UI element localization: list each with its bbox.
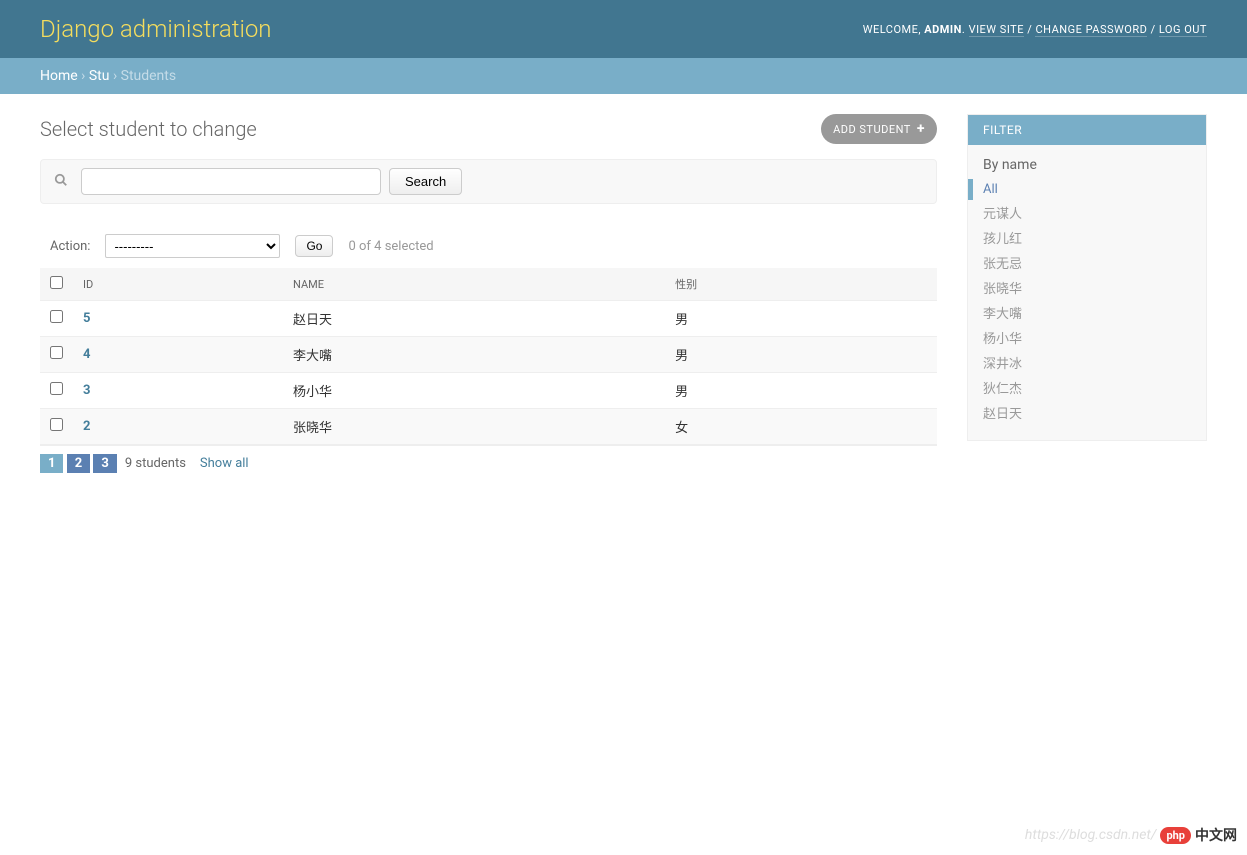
row-name: 张晓华 <box>283 409 665 445</box>
breadcrumb: Home › Stu › Students <box>0 58 1247 94</box>
filter-option: 赵日天 <box>983 400 1191 425</box>
row-gender: 男 <box>665 373 937 409</box>
row-name: 杨小华 <box>283 373 665 409</box>
show-all-link[interactable]: Show all <box>200 456 249 471</box>
table-row: 3 杨小华男 <box>40 373 937 409</box>
results-table: ID Name 性别 5 赵日天男 4 李大嘴男 3 杨小华男 2 张晓华女 <box>40 268 937 445</box>
page-link[interactable]: 2 <box>67 454 90 473</box>
row-checkbox[interactable] <box>50 310 63 323</box>
paginator: 1 2 3 9 students Show all <box>40 445 937 481</box>
table-row: 4 李大嘴男 <box>40 337 937 373</box>
filter-option-link[interactable]: 元谋人 <box>983 207 1022 222</box>
filter-option: 元谋人 <box>983 200 1191 225</box>
column-header-id[interactable]: ID <box>83 278 93 291</box>
watermark: https://blog.csdn.net/ php 中文网 <box>1025 825 1237 845</box>
change-password-link[interactable]: Change password <box>1035 23 1147 37</box>
action-counter: 0 of 4 selected <box>348 239 433 254</box>
filter-option-link[interactable]: 李大嘴 <box>983 307 1022 322</box>
row-name: 赵日天 <box>283 301 665 337</box>
filter-option: All <box>968 179 1191 200</box>
table-row: 5 赵日天男 <box>40 301 937 337</box>
row-id-link[interactable]: 2 <box>83 419 90 434</box>
action-label: Action: <box>50 239 90 254</box>
filter-option: 杨小华 <box>983 325 1191 350</box>
plus-icon: + <box>917 121 925 137</box>
welcome-text: Welcome, <box>863 23 925 36</box>
filter-title: Filter <box>968 115 1206 145</box>
filter-option: 张无忌 <box>983 250 1191 275</box>
add-student-button[interactable]: ADD STUDENT + <box>821 114 937 144</box>
row-name: 李大嘴 <box>283 337 665 373</box>
page-title: Select student to change <box>40 117 257 141</box>
filter-sidebar: Filter By name All 元谋人孩儿红张无忌张晓华李大嘴杨小华深井冰狄… <box>967 114 1207 481</box>
filter-option-link[interactable]: 杨小华 <box>983 332 1022 347</box>
row-gender: 男 <box>665 301 937 337</box>
column-header-gender[interactable]: 性别 <box>675 278 697 291</box>
row-checkbox[interactable] <box>50 418 63 431</box>
filter-option-link[interactable]: All <box>983 182 998 197</box>
column-header-name[interactable]: Name <box>293 278 324 291</box>
filter-option: 深井冰 <box>983 350 1191 375</box>
row-checkbox[interactable] <box>50 346 63 359</box>
add-student-label: ADD STUDENT <box>833 123 911 136</box>
breadcrumb-app[interactable]: Stu <box>89 68 110 84</box>
filter-option-link[interactable]: 赵日天 <box>983 407 1022 422</box>
select-all-checkbox[interactable] <box>50 276 63 289</box>
action-go-button[interactable]: Go <box>295 235 333 257</box>
filter-option-link[interactable]: 深井冰 <box>983 357 1022 372</box>
username: ADMIN <box>924 23 962 36</box>
user-tools: Welcome, ADMIN. View site / Change passw… <box>863 23 1207 36</box>
view-site-link[interactable]: View site <box>969 23 1024 37</box>
page-current: 1 <box>40 454 63 473</box>
filter-by-label: By name <box>968 145 1206 179</box>
row-id-link[interactable]: 4 <box>83 347 90 362</box>
search-icon <box>49 173 73 191</box>
row-id-link[interactable]: 3 <box>83 383 90 398</box>
logout-link[interactable]: Log out <box>1159 23 1207 37</box>
search-button[interactable] <box>389 168 462 195</box>
actions-bar: Action: --------- Go 0 of 4 selected <box>40 224 937 268</box>
main-content: Select student to change ADD STUDENT + A… <box>40 114 937 481</box>
header-bar: Django administration Welcome, ADMIN. Vi… <box>0 0 1247 58</box>
filter-option: 孩儿红 <box>983 225 1191 250</box>
page-link[interactable]: 3 <box>93 454 116 473</box>
filter-option-link[interactable]: 孩儿红 <box>983 232 1022 247</box>
row-gender: 男 <box>665 337 937 373</box>
row-gender: 女 <box>665 409 937 445</box>
site-title[interactable]: Django administration <box>40 15 272 43</box>
row-checkbox[interactable] <box>50 382 63 395</box>
table-row: 2 张晓华女 <box>40 409 937 445</box>
breadcrumb-home[interactable]: Home <box>40 68 78 84</box>
select-all-header <box>40 268 73 301</box>
row-id-link[interactable]: 5 <box>83 311 90 326</box>
filter-option: 李大嘴 <box>983 300 1191 325</box>
filter-option-link[interactable]: 张无忌 <box>983 257 1022 272</box>
search-input[interactable] <box>81 168 381 195</box>
filter-option: 张晓华 <box>983 275 1191 300</box>
action-select[interactable]: --------- <box>105 234 280 258</box>
breadcrumb-current: Students <box>121 68 176 84</box>
branding: Django administration <box>40 15 272 43</box>
search-toolbar <box>40 159 937 204</box>
filter-option-link[interactable]: 狄仁杰 <box>983 382 1022 397</box>
filter-option-link[interactable]: 张晓华 <box>983 282 1022 297</box>
filter-option: 狄仁杰 <box>983 375 1191 400</box>
paginator-count: 9 students <box>125 456 186 471</box>
